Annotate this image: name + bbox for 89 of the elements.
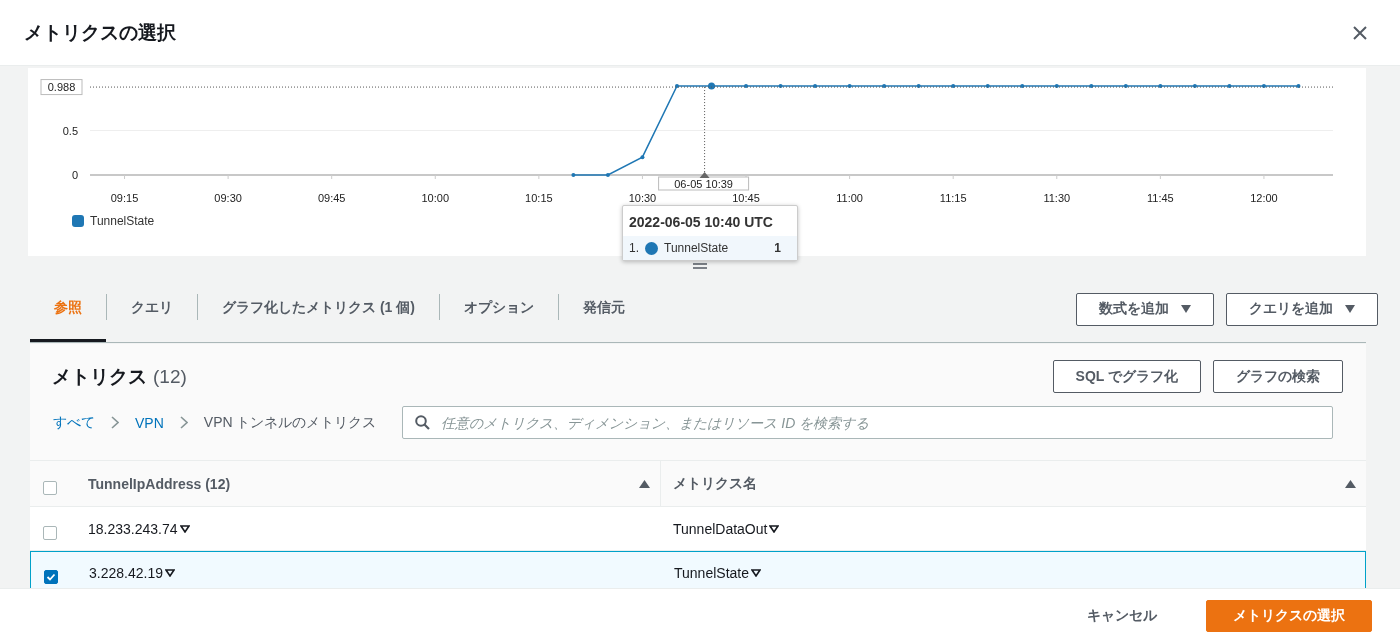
breadcrumb-current: VPN トンネルのメトリクス [203,413,377,432]
cancel-button[interactable]: キャンセル [1066,599,1178,632]
x-tick-label: 09:30 [214,192,242,204]
series-name: TunnelState [664,241,730,255]
column-header[interactable]: TunnelIpAddress (12) [75,461,660,506]
data-point [708,82,715,90]
filter-icon[interactable] [769,524,780,533]
panel-title: メトリクス [52,364,147,389]
search-icon [415,415,431,430]
x-tick-label: 11:30 [1043,192,1071,204]
dropdown-button[interactable]: クエリを追加 [1226,292,1378,326]
column-header[interactable]: メトリクス名 [660,461,1366,506]
resize-handle-icon[interactable] [693,262,707,270]
data-point [985,84,990,88]
y-tick-label: 0.5 [62,124,78,137]
action-button[interactable]: グラフの検索 [1213,360,1343,393]
tab[interactable]: オプション [439,276,558,342]
column-title: TunnelIpAddress (12) [88,475,231,492]
table-cell: 18.233.243.74 [88,520,178,537]
data-point [813,84,818,88]
data-point [605,173,610,177]
action-button[interactable]: SQL でグラフ化 [1052,360,1201,393]
dialog-title: メトリクスの選択 [24,20,176,45]
data-point [1227,84,1232,88]
filter-icon[interactable] [164,569,175,577]
x-tick-label: 11:00 [836,192,863,204]
breadcrumb-link[interactable]: VPN [135,414,164,431]
data-point [674,84,679,88]
metric-count: (12) [153,365,187,388]
chevron-icon [111,416,119,429]
breadcrumb-link[interactable]: すべて [53,413,95,432]
data-point [1296,84,1301,88]
data-point [778,84,783,88]
pointer-icon [699,172,710,178]
dropdown-button[interactable]: 数式を追加 [1076,292,1214,326]
x-tick-label: 11:15 [939,192,967,204]
ref-line-label: 0.988 [47,81,76,94]
column-title: メトリクス名 [673,474,757,493]
ref-line-label: 06-05 10:39 [674,177,733,190]
x-tick-label: 10:30 [628,192,657,204]
row-index: 1. [629,241,639,255]
data-point [744,84,749,88]
x-tick-label: 10:45 [732,192,760,204]
y-cursor-label: 0.988 [40,79,83,96]
x-tick-label: 11:45 [1147,192,1174,204]
checkbox[interactable] [43,480,57,495]
x-cursor-label: 06-05 10:39 [658,176,750,191]
data-point [1020,84,1025,88]
x-tick-label: 12:00 [1250,192,1278,204]
data-point [640,155,645,160]
filter-icon[interactable] [751,569,761,577]
x-tick-label: 09:15 [110,192,139,204]
sort-icon[interactable] [639,479,650,488]
table-cell: TunnelDataOut [673,520,768,537]
table-cell: TunnelState [674,565,749,581]
data-point [951,84,956,88]
checkbox[interactable] [44,570,58,584]
x-tick-label: 09:45 [317,192,346,204]
tab[interactable]: 発信元 [558,276,649,342]
data-point [1261,84,1266,88]
tab[interactable]: グラフ化したメトリクス (1 個) [198,276,439,342]
series-value: 1 [774,241,781,255]
table-cell: 3.228.42.19 [89,565,163,581]
x-tick-label: 10:00 [421,192,450,204]
legend-label[interactable]: TunnelState [90,214,155,228]
y-tick-label: 0 [71,169,78,181]
data-point [571,173,576,177]
checkbox[interactable] [43,525,57,540]
chevron-icon [179,416,188,429]
data-point [847,84,852,88]
data-point [1054,84,1059,88]
data-point [916,84,921,88]
caret-icon [1181,305,1191,313]
data-point [882,84,887,88]
data-point [1089,84,1094,88]
data-point [1158,84,1163,88]
table-row[interactable]: 3.228.42.19 TunnelState [30,551,1366,588]
filter-icon[interactable] [179,524,190,533]
sort-icon[interactable] [1345,479,1356,488]
tab[interactable]: クエリ [107,276,197,342]
data-point [1123,84,1128,88]
checkmark-icon [46,572,56,582]
table-row[interactable]: 18.233.243.74 TunnelDataOut [30,507,1366,551]
search-field[interactable]: 任意のメトリクス、ディメンション、またはリソース ID を検索する [402,406,1333,439]
caret-icon [1345,305,1355,313]
data-point [1192,84,1197,88]
x-tick-label: 10:15 [525,192,553,204]
tooltip-title: 2022-06-05 10:40 UTC [628,213,774,232]
close-icon[interactable] [1352,24,1368,41]
